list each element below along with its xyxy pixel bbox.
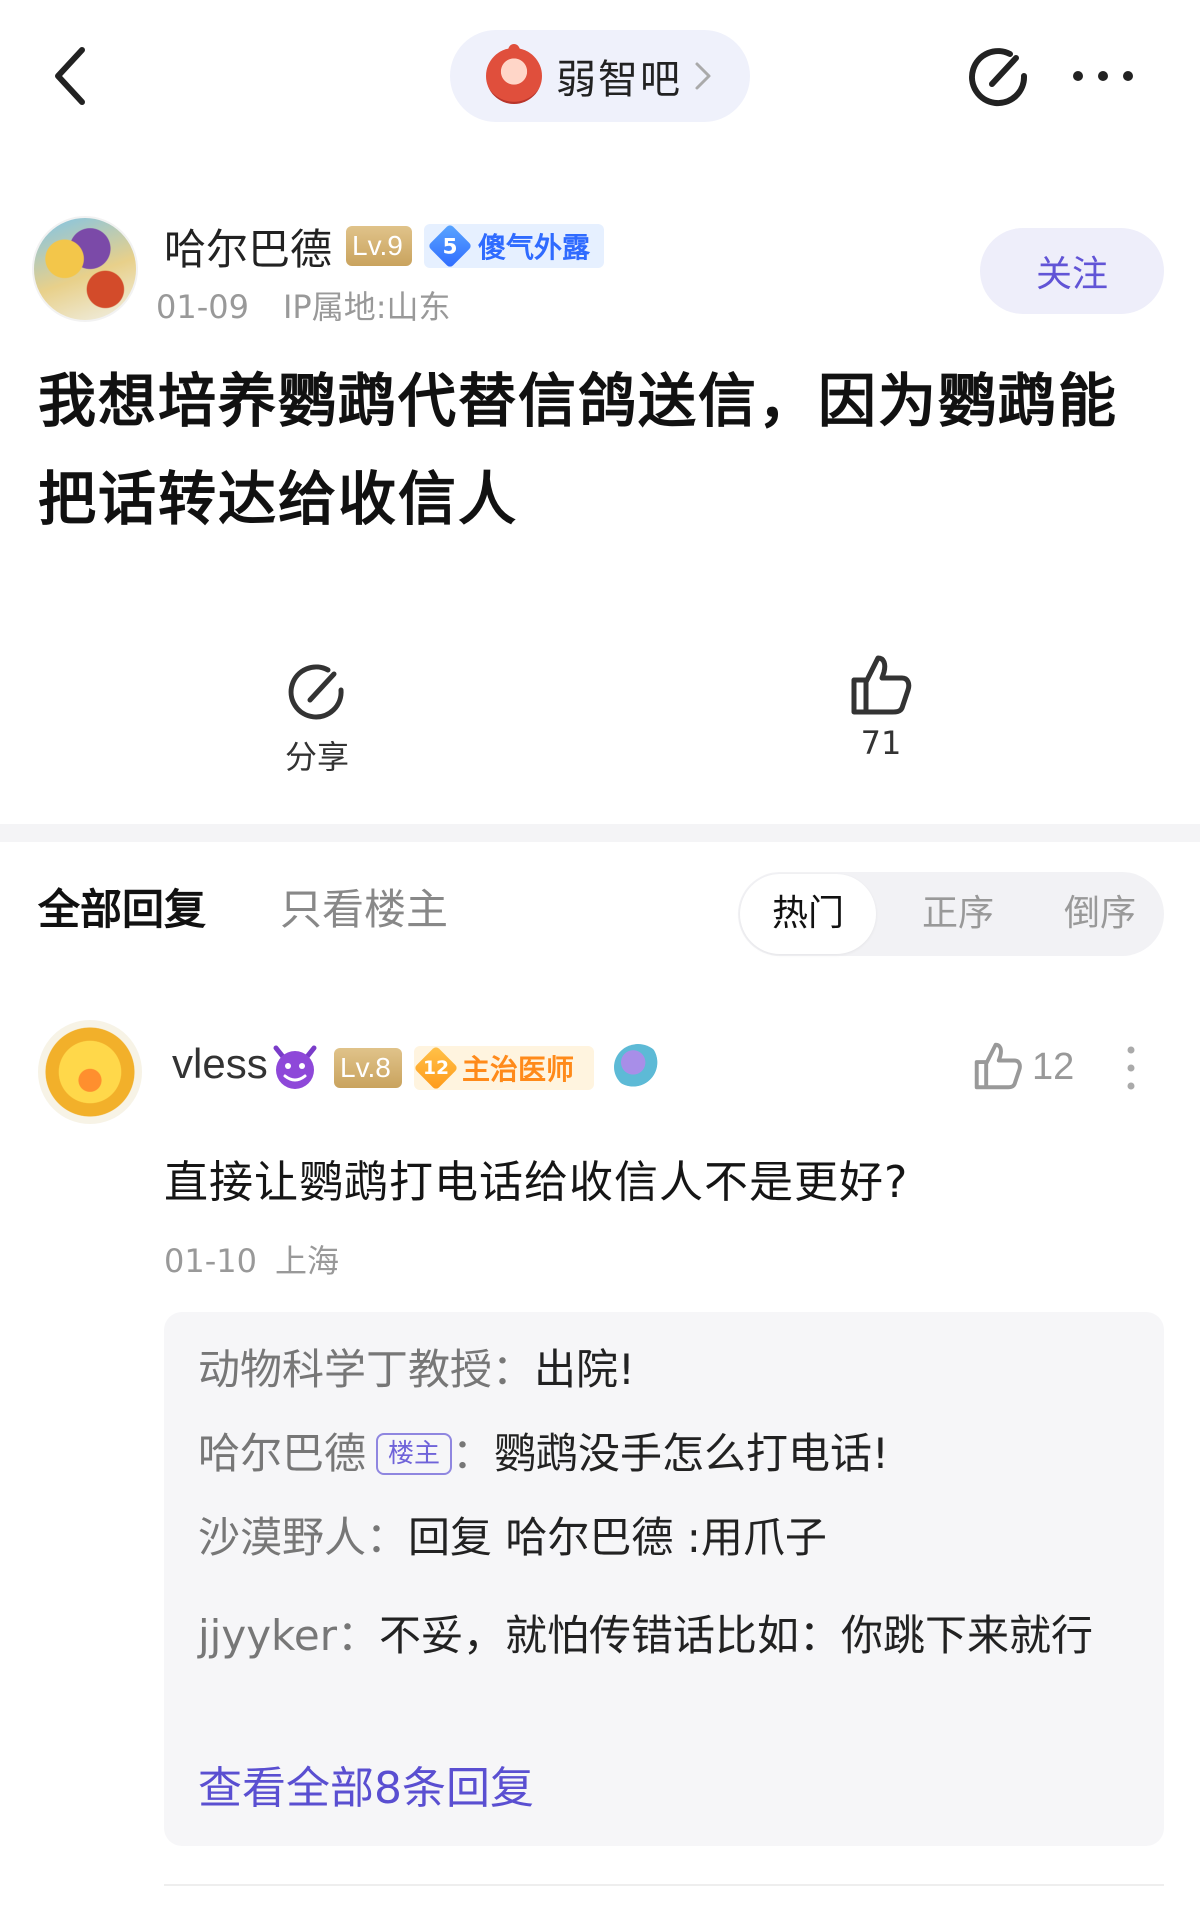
- like-count: 71: [860, 724, 902, 762]
- tab-op-only[interactable]: 只看楼主: [280, 876, 448, 937]
- like-action[interactable]: 71: [836, 652, 926, 762]
- honor-title: 傻气外露: [478, 231, 591, 264]
- sub-replies-box[interactable]: 动物科学丁教授：出院! 哈尔巴德 楼主 ：鹦鹉没手怎么打电话! 沙漠野人：回复 哈尔…: [164, 1312, 1164, 1846]
- post-meta: 01-09 IP属地:山东: [156, 282, 451, 328]
- view-all-replies-link[interactable]: 查看全部8条回复: [198, 1752, 534, 1816]
- sub-reply-text: 鹦鹉没手怎么打电话!: [494, 1429, 889, 1478]
- forum-name: 弱智吧: [556, 57, 682, 103]
- share-label: 分享: [284, 738, 349, 776]
- commenter-level-badge: Lv.8: [334, 1048, 402, 1088]
- share-icon: [288, 664, 344, 720]
- sort-descending[interactable]: 倒序: [1040, 872, 1160, 956]
- sub-reply-sep: ：: [366, 1513, 409, 1562]
- title-level: 12: [422, 1057, 450, 1079]
- title-text: 主治医师: [462, 1053, 575, 1086]
- back-icon[interactable]: [48, 44, 96, 108]
- op-tag: 楼主: [376, 1433, 453, 1475]
- section-divider: [0, 824, 1200, 842]
- sub-reply-text: 回复 哈尔巴德 :用爪子: [408, 1513, 827, 1562]
- author-avatar[interactable]: [32, 216, 138, 322]
- sub-reply-text: 出院!: [534, 1345, 635, 1394]
- thumbs-up-icon[interactable]: [972, 1040, 1024, 1092]
- sort-toggle: 热门 正序 倒序: [738, 872, 1164, 956]
- sub-reply-author[interactable]: 哈尔巴德: [198, 1429, 366, 1478]
- post-ip: IP属地:山东: [282, 288, 451, 326]
- more-vertical-icon[interactable]: [1124, 1044, 1138, 1092]
- author-name[interactable]: 哈尔巴德: [164, 216, 332, 277]
- forum-pill[interactable]: 弱智吧: [450, 30, 750, 122]
- sub-reply: jjyyker：不妥，就怕传错话比如：你跳下来就行: [198, 1598, 1138, 1674]
- commenter-avatar[interactable]: [38, 1020, 142, 1124]
- comment-date: 01-10: [164, 1242, 257, 1280]
- sort-hot[interactable]: 热门: [740, 874, 876, 954]
- tab-all-replies[interactable]: 全部回复: [38, 876, 206, 937]
- sub-reply-sep: ：: [492, 1345, 535, 1394]
- honor-diamond-icon: 5: [427, 223, 473, 269]
- thumbs-up-icon: [851, 655, 912, 715]
- sub-reply: 哈尔巴德 楼主 ：鹦鹉没手怎么打电话!: [198, 1426, 889, 1482]
- sub-reply: 动物科学丁教授：出院!: [198, 1342, 635, 1398]
- post-title: 我想培养鹦鹉代替信鸽送信，因为鹦鹉能把话转达给收信人: [38, 367, 1119, 533]
- sub-reply-sep: ：: [336, 1611, 379, 1660]
- title-star-icon: 12: [413, 1045, 459, 1091]
- compose-icon[interactable]: [966, 46, 1030, 110]
- share-action[interactable]: 分享: [272, 660, 362, 778]
- forum-avatar: [486, 44, 542, 104]
- comment-location: 上海: [274, 1242, 339, 1280]
- honor-level: 5: [442, 233, 458, 259]
- sub-reply-author[interactable]: jjyyker: [198, 1611, 337, 1660]
- commenter-name[interactable]: vless: [172, 1040, 268, 1088]
- sub-reply-author[interactable]: 动物科学丁教授: [198, 1345, 492, 1394]
- comment-meta: 01-10 上海: [164, 1236, 339, 1282]
- sub-reply-text: 不妥，就怕传错话比如：你跳下来就行: [379, 1611, 1094, 1660]
- sub-reply: 沙漠野人：回复 哈尔巴德 :用爪子: [198, 1510, 827, 1566]
- sort-ascending[interactable]: 正序: [898, 872, 1018, 956]
- comment-divider: [164, 1884, 1164, 1886]
- comment-like-count: 12: [1032, 1046, 1075, 1088]
- comment-text: 直接让鹦鹉打电话给收信人不是更好?: [164, 1157, 909, 1208]
- post-detail-page: 弱智吧 哈尔巴德 Lv.9 5 傻气外露 01-09 IP属地:山东 关注 我想培…: [0, 0, 1200, 1906]
- sub-reply-author[interactable]: 沙漠野人: [198, 1513, 366, 1562]
- devil-emoji-icon: [273, 1045, 317, 1089]
- follow-button[interactable]: 关注: [980, 228, 1164, 314]
- more-dots-icon[interactable]: [1068, 58, 1138, 94]
- decoration-icon: [614, 1044, 662, 1090]
- honor-badge: 5 傻气外露: [424, 223, 604, 269]
- sub-reply-sep: ：: [452, 1429, 495, 1478]
- level-badge: Lv.9: [346, 226, 412, 266]
- chevron-right-icon: [695, 62, 711, 90]
- post-date: 01-09: [156, 288, 249, 326]
- commenter-title-badge: 12 主治医师: [413, 1045, 594, 1091]
